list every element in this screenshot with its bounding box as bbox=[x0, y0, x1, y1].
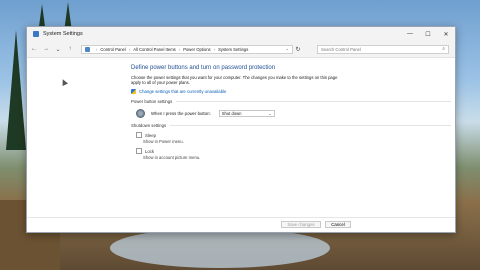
sleep-checkbox[interactable]: Sleep bbox=[136, 132, 451, 139]
main-content: Define power buttons and turn on passwor… bbox=[131, 65, 451, 160]
cancel-button[interactable]: Cancel bbox=[325, 221, 351, 228]
close-button[interactable]: ✕ bbox=[437, 27, 455, 41]
address-bar[interactable]: › Control Panel › All Control Panel Item… bbox=[81, 44, 293, 54]
lock-description: Show in account picture menu. bbox=[143, 155, 201, 161]
save-changes-button[interactable]: Save changes bbox=[281, 221, 321, 228]
sleep-checkbox-box[interactable] bbox=[136, 132, 142, 139]
dialog-footer: Save changes Cancel bbox=[27, 217, 455, 232]
up-button[interactable]: ↑ bbox=[65, 42, 75, 56]
system-settings-window: System Settings — ☐ ✕ ← → ⌄ ↑ › Control … bbox=[26, 26, 456, 233]
power-section-label: Power button settings bbox=[131, 99, 173, 105]
section-divider bbox=[176, 101, 451, 103]
shutdown-section-header: Shutdown settings bbox=[131, 123, 451, 128]
page-description: Choose the power settings that you want … bbox=[131, 75, 338, 86]
page-title: Define power buttons and turn on passwor… bbox=[131, 65, 276, 71]
sleep-label: Sleep bbox=[145, 132, 156, 138]
back-button[interactable]: ← bbox=[29, 42, 39, 56]
control-panel-icon bbox=[85, 46, 90, 52]
app-icon bbox=[33, 31, 39, 37]
power-icon bbox=[136, 109, 145, 119]
search-placeholder: Search Control Panel bbox=[321, 46, 361, 52]
search-icon[interactable]: ⌕ bbox=[442, 46, 445, 52]
change-settings-label[interactable]: Change settings that are currently unava… bbox=[139, 89, 226, 94]
address-dropdown-icon[interactable]: ⌄ bbox=[285, 46, 289, 52]
power-button-label: When I press the power button: bbox=[151, 111, 211, 117]
section-divider bbox=[170, 125, 451, 127]
breadcrumb-system-settings[interactable]: System Settings bbox=[218, 47, 248, 52]
forward-button[interactable]: → bbox=[41, 42, 51, 56]
breadcrumb-all-items[interactable]: All Control Panel Items bbox=[133, 47, 176, 52]
desktop-water bbox=[110, 228, 330, 268]
minimize-button[interactable]: — bbox=[401, 27, 419, 41]
window-title: System Settings bbox=[43, 31, 83, 37]
recent-dropdown-icon[interactable]: ⌄ bbox=[53, 42, 63, 56]
title-bar: System Settings — ☐ ✕ bbox=[27, 27, 455, 41]
power-button-value: Shut down bbox=[221, 111, 242, 117]
breadcrumb-control-panel[interactable]: Control Panel bbox=[100, 47, 125, 52]
power-button-row: When I press the power button: Shut down… bbox=[136, 109, 451, 119]
maximize-button[interactable]: ☐ bbox=[419, 27, 437, 41]
power-button-select[interactable]: Shut down ⌄ bbox=[218, 110, 275, 118]
search-input[interactable]: Search Control Panel ⌕ bbox=[317, 44, 449, 54]
lock-checkbox[interactable]: Lock bbox=[136, 148, 451, 155]
power-section-header: Power button settings bbox=[131, 99, 451, 104]
lock-label: Lock bbox=[145, 148, 155, 154]
change-settings-link[interactable]: Change settings that are currently unava… bbox=[131, 89, 451, 95]
refresh-button[interactable]: ↻ bbox=[293, 46, 303, 53]
tree-decoration bbox=[6, 30, 26, 150]
lock-checkbox-box[interactable] bbox=[136, 148, 142, 155]
shield-icon bbox=[131, 89, 136, 95]
breadcrumb-power-options[interactable]: Power Options bbox=[183, 47, 210, 52]
navigation-bar: ← → ⌄ ↑ › Control Panel › All Control Pa… bbox=[27, 41, 455, 58]
sleep-description: Show in Power menu. bbox=[143, 139, 184, 145]
shutdown-section-label: Shutdown settings bbox=[131, 123, 167, 129]
chevron-down-icon: ⌄ bbox=[268, 111, 272, 117]
